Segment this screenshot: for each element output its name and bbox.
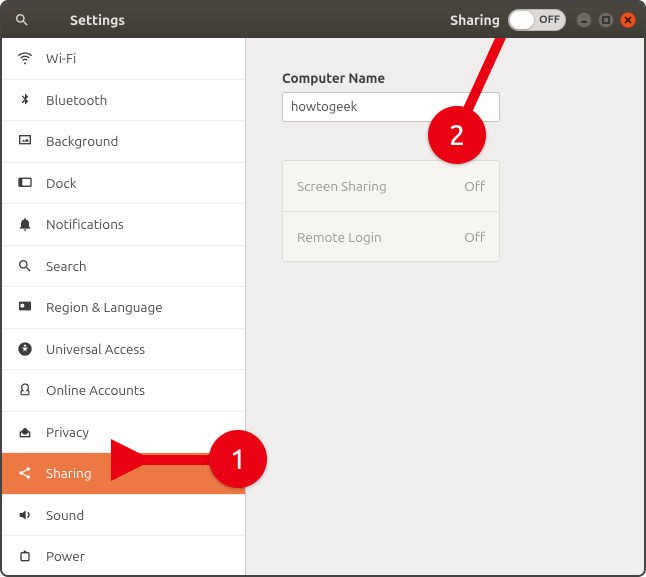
sidebar-item-wi-fi[interactable]: Wi-Fi	[2, 38, 245, 80]
power-icon	[17, 548, 33, 564]
sidebar-item-label: Bluetooth	[46, 92, 107, 108]
online-accounts-icon	[16, 381, 34, 399]
sidebar-item-label: Universal Access	[46, 341, 145, 357]
privacy-icon	[17, 424, 33, 440]
toggle-knob	[510, 11, 534, 29]
notifications-icon	[16, 215, 34, 233]
bluetooth-icon	[16, 91, 34, 109]
sidebar-item-bluetooth[interactable]: Bluetooth	[2, 80, 245, 122]
privacy-icon	[16, 423, 34, 441]
sidebar-item-search[interactable]: Search	[2, 246, 245, 288]
sidebar-item-label: Dock	[46, 175, 77, 191]
sidebar-item-label: Wi-Fi	[46, 50, 76, 66]
window-maximize-button[interactable]	[598, 12, 614, 28]
sidebar-item-sharing[interactable]: Sharing	[2, 453, 245, 495]
option-state: Off	[464, 178, 485, 194]
background-icon	[16, 132, 34, 150]
sidebar-item-label: Online Accounts	[46, 382, 145, 398]
toggle-state-label: OFF	[539, 14, 560, 26]
sidebar-item-power[interactable]: Power	[2, 536, 245, 575]
window-close-button[interactable]	[620, 12, 636, 28]
region-language-icon	[16, 298, 34, 316]
option-state: Off	[464, 229, 485, 245]
maximize-icon	[602, 16, 610, 24]
search-icon	[17, 258, 33, 274]
header-section-label: Sharing	[450, 12, 500, 28]
wifi-icon	[17, 50, 33, 66]
region-language-icon	[17, 299, 33, 315]
power-icon	[16, 547, 34, 565]
close-icon	[624, 16, 632, 24]
window-body: Wi-Fi Bluetooth Background Dock Notification…	[2, 38, 644, 575]
sharing-master-toggle[interactable]: OFF	[508, 9, 566, 31]
settings-window: Settings Sharing OFF Wi-Fi Bluetooth Backg…	[0, 0, 646, 577]
window-minimize-button[interactable]	[576, 12, 592, 28]
main-panel: Computer Name Screen Sharing Off Remote …	[246, 38, 644, 575]
dock-icon	[16, 174, 34, 192]
app-title: Settings	[34, 12, 450, 28]
sidebar-item-label: Notifications	[46, 216, 124, 232]
sidebar-item-label: Search	[46, 258, 87, 274]
search-icon	[16, 257, 34, 275]
option-remote-login[interactable]: Remote Login Off	[283, 211, 499, 261]
sidebar-item-label: Privacy	[46, 424, 89, 440]
sidebar-item-universal-access[interactable]: Universal Access	[2, 329, 245, 371]
computer-name-input[interactable]	[282, 92, 500, 122]
computer-name-label: Computer Name	[282, 70, 608, 86]
option-label: Screen Sharing	[297, 178, 387, 194]
dock-icon	[17, 175, 33, 191]
online-accounts-icon	[17, 382, 33, 398]
sidebar-item-label: Background	[46, 133, 118, 149]
sidebar-item-label: Region & Language	[46, 299, 163, 315]
universal-access-icon	[16, 340, 34, 358]
sidebar-item-label: Sharing	[46, 465, 92, 481]
sidebar-item-privacy[interactable]: Privacy	[2, 412, 245, 454]
sidebar-item-background[interactable]: Background	[2, 121, 245, 163]
titlebar: Settings Sharing OFF	[2, 2, 644, 38]
search-icon	[14, 12, 30, 28]
sidebar-item-online-accounts[interactable]: Online Accounts	[2, 370, 245, 412]
sharing-icon	[16, 464, 34, 482]
option-label: Remote Login	[297, 229, 382, 245]
sidebar-item-dock[interactable]: Dock	[2, 163, 245, 205]
option-screen-sharing[interactable]: Screen Sharing Off	[283, 161, 499, 211]
bluetooth-icon	[17, 92, 33, 108]
sound-icon	[17, 507, 33, 523]
sidebar: Wi-Fi Bluetooth Background Dock Notification…	[2, 38, 246, 575]
sharing-icon	[17, 465, 33, 481]
universal-access-icon	[17, 341, 33, 357]
sound-icon	[16, 506, 34, 524]
window-controls	[576, 12, 636, 28]
sidebar-item-label: Sound	[46, 507, 84, 523]
wifi-icon	[16, 49, 34, 67]
search-button[interactable]	[10, 8, 34, 32]
sidebar-item-sound[interactable]: Sound	[2, 495, 245, 537]
sidebar-item-region-language[interactable]: Region & Language	[2, 287, 245, 329]
sharing-options-list: Screen Sharing Off Remote Login Off	[282, 160, 500, 262]
background-icon	[17, 133, 33, 149]
minimize-icon	[580, 16, 588, 24]
sidebar-item-notifications[interactable]: Notifications	[2, 204, 245, 246]
notifications-icon	[17, 216, 33, 232]
sidebar-item-label: Power	[46, 548, 85, 564]
